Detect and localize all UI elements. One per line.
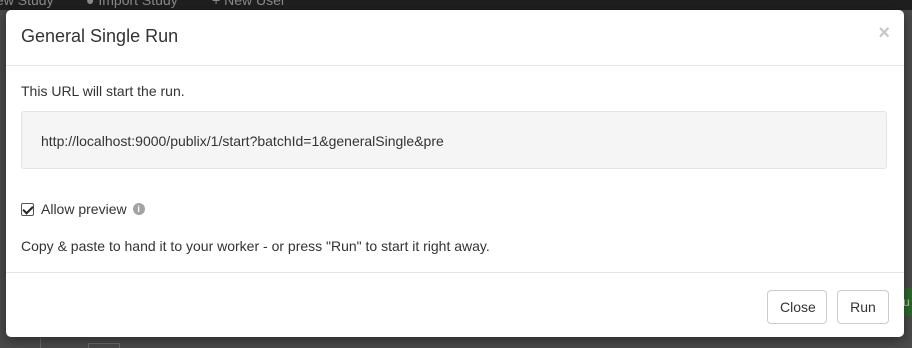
background-green-button-label: u xyxy=(903,295,910,309)
close-icon[interactable]: × xyxy=(878,23,890,43)
modal-title: General Single Run xyxy=(21,26,179,46)
background-nav-import-study: ● Import Study xyxy=(86,0,178,8)
background-nav-new-user-label: New User xyxy=(224,0,286,8)
allow-preview-row: Allow preview i xyxy=(21,200,145,218)
user-icon: ● xyxy=(86,0,99,8)
modal-body: This URL will start the run. http://loca… xyxy=(6,66,904,272)
background-navbar: ew Study ● Import Study + New User xyxy=(0,0,912,10)
modal-footer: Close Run xyxy=(6,272,904,337)
copy-hint-text: Copy & paste to hand it to your worker -… xyxy=(21,238,490,254)
run-url-box[interactable]: http://localhost:9000/publix/1/start?bat… xyxy=(21,111,887,169)
plus-icon: + xyxy=(212,0,225,8)
background-nav-new-study: ew Study xyxy=(0,0,54,8)
close-button[interactable]: Close xyxy=(767,290,827,324)
background-nav-new-user: + New User xyxy=(212,0,286,8)
general-single-run-modal: General Single Run × This URL will start… xyxy=(6,10,904,337)
run-button[interactable]: Run xyxy=(837,290,889,324)
background-nav-import-study-label: Import Study xyxy=(98,0,178,8)
allow-preview-label[interactable]: Allow preview xyxy=(41,201,127,217)
background-box xyxy=(88,343,120,348)
background-divider xyxy=(40,338,41,348)
intro-text: This URL will start the run. xyxy=(21,83,185,99)
modal-header: General Single Run × xyxy=(6,10,904,66)
allow-preview-checkbox[interactable] xyxy=(21,202,34,216)
background-green-button: u xyxy=(903,288,912,316)
info-icon[interactable]: i xyxy=(132,203,145,215)
